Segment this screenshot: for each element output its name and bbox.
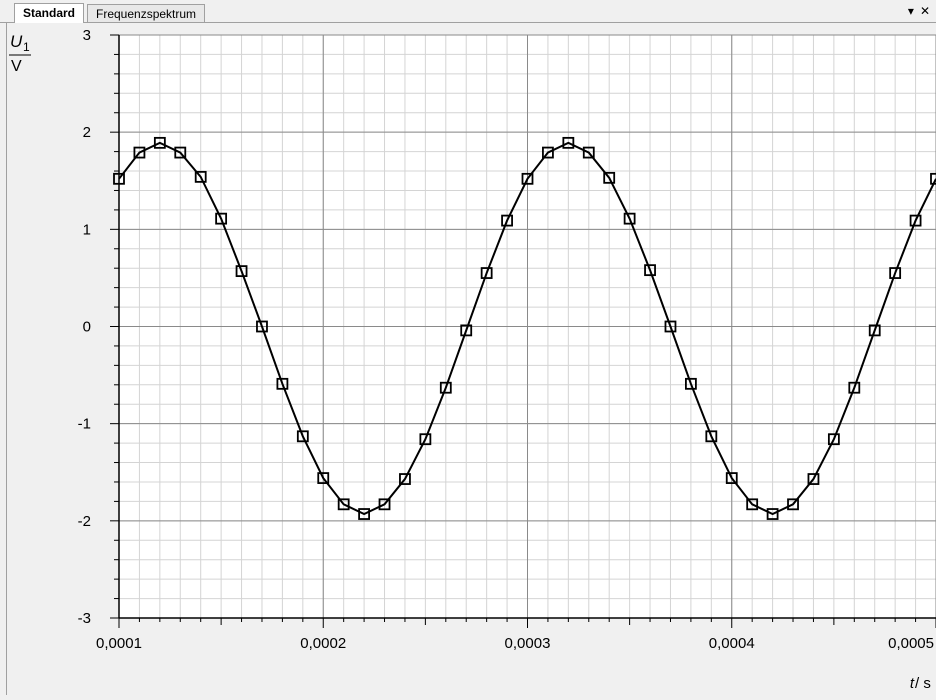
- tab-frequenzspektrum[interactable]: Frequenzspektrum: [87, 4, 206, 22]
- y-tick-label: -1: [78, 416, 91, 433]
- close-icon[interactable]: ✕: [920, 4, 930, 18]
- y-tick-label: 0: [83, 319, 91, 336]
- x-tick-label: 0,0005: [888, 635, 934, 652]
- y-axis-label: U 1 V: [9, 32, 31, 75]
- window-controls: ▾ ✕: [902, 4, 930, 18]
- x-tick-label: 0,0004: [709, 635, 755, 652]
- x-tick-labels: 0,0001 0,0002 0,0003 0,0004 0,0005: [96, 635, 934, 652]
- y-label-symbol: U: [10, 32, 23, 51]
- x-tick-label: 0,0002: [300, 635, 346, 652]
- y-tick-label: -2: [78, 513, 91, 530]
- chevron-down-icon[interactable]: ▾: [908, 4, 914, 18]
- x-tick-label: 0,0001: [96, 635, 142, 652]
- y-tick-label: -3: [78, 610, 91, 627]
- y-label-unit: V: [11, 58, 22, 75]
- chart[interactable]: -3-2-10123 0,0001 0,0002 0,0003 0,0004 0,000…: [7, 23, 936, 695]
- x-tick-label: 0,0003: [505, 635, 551, 652]
- y-tick-label: 3: [83, 27, 91, 44]
- y-label-subscript: 1: [23, 40, 30, 54]
- y-tick-label: 1: [83, 221, 91, 238]
- tab-bar: Standard Frequenzspektrum ▾ ✕: [0, 0, 936, 23]
- y-tick-label: 2: [83, 124, 91, 141]
- y-tick-labels: -3 -2 -1 0 1 2 3: [78, 27, 91, 627]
- x-label-unit: / s: [915, 675, 931, 692]
- plot-area: -3 -2 -1 0 1 2 3 0,0001 0,0002 0,0003 0,0004 0,000…: [6, 23, 936, 695]
- tab-standard[interactable]: Standard: [14, 3, 85, 23]
